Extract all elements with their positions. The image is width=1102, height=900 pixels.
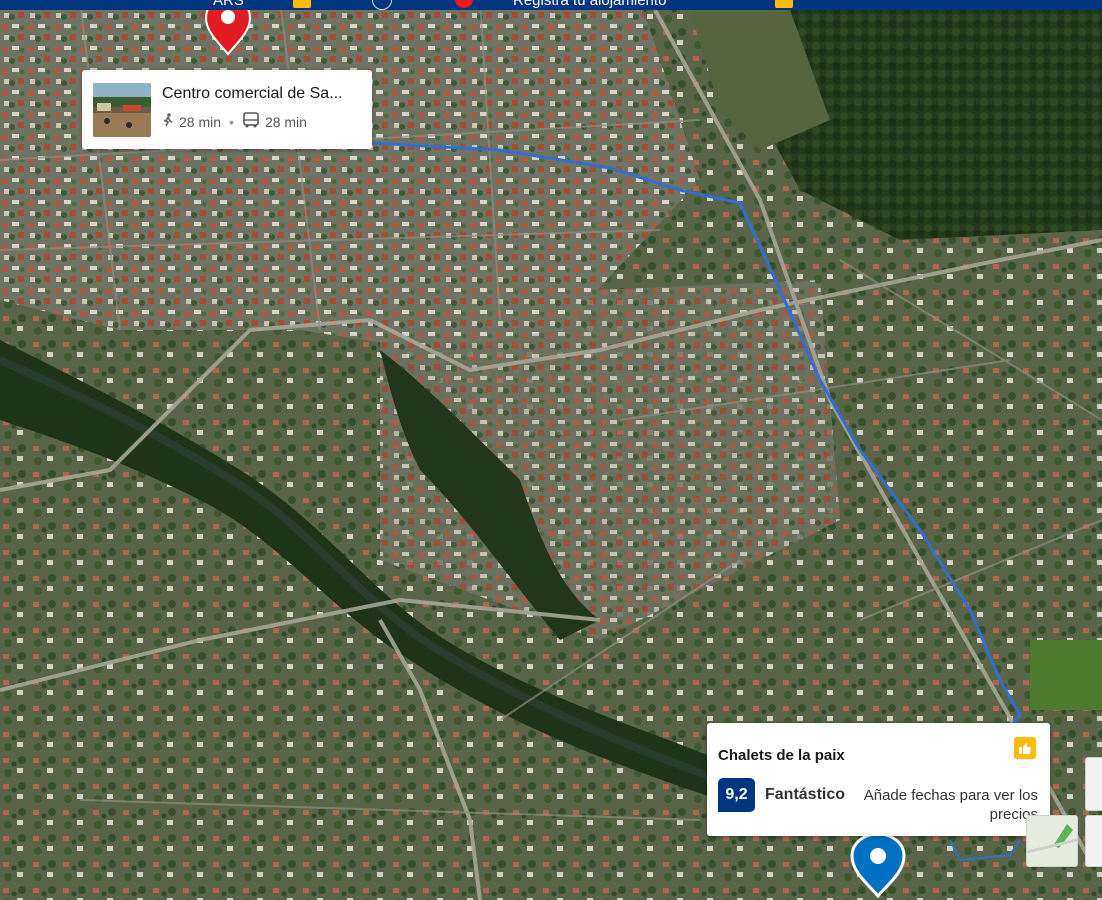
notification-icon[interactable] <box>455 0 473 8</box>
language-flag-icon[interactable] <box>293 0 311 8</box>
bus-icon <box>242 112 260 131</box>
currency-selector[interactable]: ARS <box>213 0 244 9</box>
hotel-info-card[interactable]: Chalets de la paix 9,2 Fantástico Añade … <box>707 723 1050 836</box>
travel-times: 28 min • 28 min <box>162 112 307 131</box>
bus-time: 28 min <box>264 113 307 130</box>
help-button[interactable]: ? <box>372 0 392 10</box>
origin-thumbnail <box>93 83 151 137</box>
map-layer-icon <box>1026 816 1078 866</box>
walking-person-icon <box>162 113 174 130</box>
top-navigation-bar: ARS ? Registra tu alojamiento <box>0 0 1102 10</box>
walk-time: 28 min <box>179 113 222 130</box>
register-property-link[interactable]: Registra tu alojamiento <box>513 0 666 9</box>
review-score-badge: 9,2 <box>718 778 755 812</box>
zoom-controls[interactable] <box>1085 757 1102 811</box>
map-expand-control[interactable] <box>1085 815 1102 867</box>
map-type-toggle[interactable] <box>1026 815 1078 867</box>
account-icon[interactable] <box>775 0 793 8</box>
review-score-word: Fantástico <box>765 786 846 803</box>
separator-dot: • <box>229 113 234 130</box>
add-dates-hint[interactable]: Añade fechas para ver los precios <box>858 786 1038 824</box>
hotel-name[interactable]: Chalets de la paix <box>718 747 845 764</box>
thumbs-up-icon <box>1014 737 1036 759</box>
origin-title: Centro comercial de Sa... <box>162 85 343 102</box>
origin-info-card[interactable]: Centro comercial de Sa... 28 min • 28 mi… <box>82 70 372 149</box>
